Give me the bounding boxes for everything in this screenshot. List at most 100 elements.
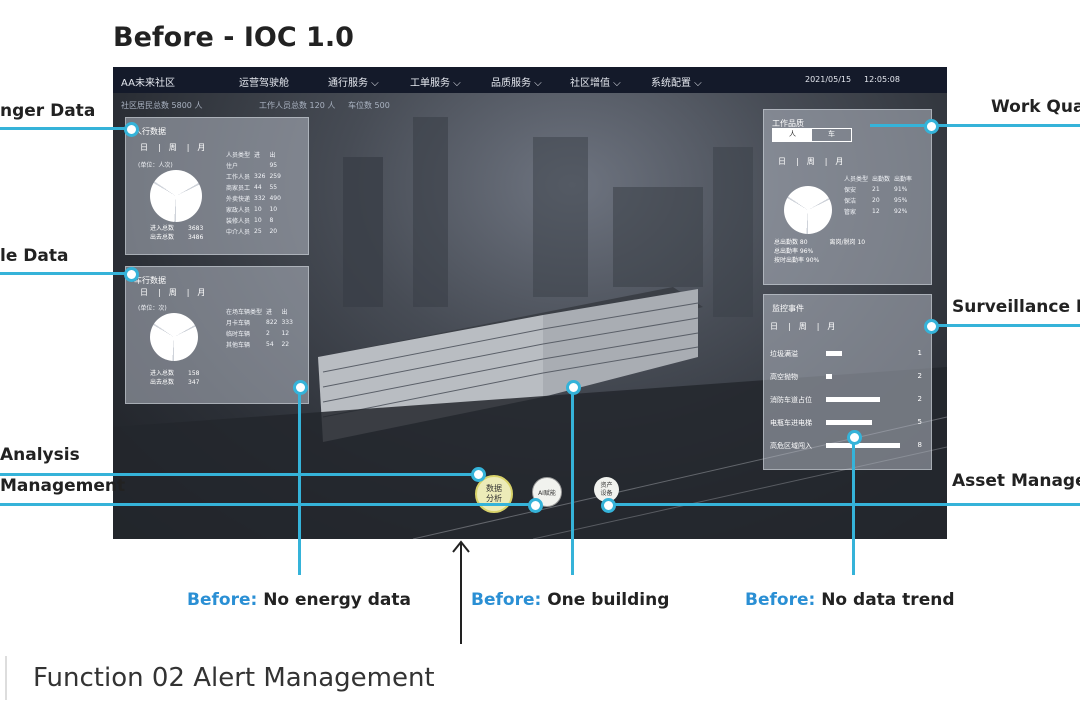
monitor-row: 高空抛物 2 [770,372,922,381]
table-header: 在场车辆类型进出 [226,309,288,316]
table-row: 月卡车辆 822 333 [226,319,293,327]
unit-label: (单位：次) [138,305,167,312]
table-header: 人员类型进出 [226,152,276,159]
people-table: 人员类型进出 住户 95 工作人员 326 259 商家员工 44 55 外卖快递 332 4… [226,150,285,238]
nav-item-workorder[interactable]: 工单服务 ⌵ [410,74,461,89]
connector-line [870,124,1080,127]
monitor-bar [826,420,872,425]
monitor-row: 电瓶车进电梯 5 [770,418,922,427]
table-row: 家政人员 10 10 [226,206,278,214]
table-header: 人员类型 出勤数 出勤率 [844,176,913,183]
monitor-bar [826,351,842,356]
callout-management: Management [0,476,126,496]
work-totals: 总出勤数 80 离岗/脱岗 10 总出勤率 96% 按时出勤率 90% [774,239,866,264]
toggle-person[interactable]: 人 [773,129,812,141]
nav-item-value[interactable]: 社区增值 ⌵ [570,74,621,89]
ioc-dashboard-screenshot: AA未来社区 运营驾驶舱 通行服务 ⌵ 工单服务 ⌵ 品质服务 ⌵ 社区增值 ⌵… [113,67,947,539]
table-row: 外卖快递 332 490 [226,195,281,203]
table-row: 管家 12 92% [844,208,908,216]
tab-month[interactable]: 月 [197,288,205,297]
callout-vehicle-data: le Data [0,246,69,266]
tab-day[interactable]: 日 [140,143,148,152]
work-table: 人员类型 出勤数 出勤率 保安 21 91% 保洁 20 95% 管家 12 92% [844,174,916,218]
callout-dot [566,380,581,395]
toggle-vehicle[interactable]: 车 [812,129,851,141]
callout-surveillance: Surveillance D [952,297,1080,317]
monitor-bar [826,374,832,379]
tab-week[interactable]: 周 [807,157,815,166]
people-data-panel: 人行数据 日 | 周 | 月 (单位：人次) 人员类型进出 住户 95 工作人员 326 25… [125,117,309,255]
monitor-bar [826,397,880,402]
table-row: 装修人员 10 8 [226,217,274,225]
monitor-row: 垃圾满溢 1 [770,349,922,358]
nav-item-quality[interactable]: 品质服务 ⌵ [491,74,542,89]
connector-line [606,503,1080,506]
callout-dot [924,119,939,134]
tab-week[interactable]: 周 [799,322,807,331]
tab-week[interactable]: 周 [169,288,177,297]
callout-passenger-data: nger Data [0,101,96,121]
connector-line [571,387,574,575]
person-vehicle-toggle: 人 车 [772,128,852,142]
table-row: 保洁 20 95% [844,197,908,205]
panel-title: 车行数据 [134,276,166,285]
tab-day[interactable]: 日 [140,288,148,297]
nav-item-config[interactable]: 系统配置 ⌵ [651,74,702,89]
period-tabs: 日 | 周 | 月 [778,157,844,166]
monitoring-events-panel: 监控事件 日 | 周 | 月 垃圾满溢 1 高空抛物 2 消防车道占位 2 电瓶车进电梯 5 高… [763,294,932,470]
monitor-row: 消防车道占位 2 [770,395,922,404]
connector-line [852,436,855,575]
tab-week[interactable]: 周 [169,143,177,152]
people-pie-chart [150,170,202,222]
callout-dot [528,498,543,513]
callout-work-quality: Work Qua [991,97,1080,117]
nav-item-cockpit[interactable]: 运营驾驶舱 [239,74,289,89]
tab-day[interactable]: 日 [778,157,786,166]
footer-divider [5,656,7,700]
period-tabs: 日 | 周 | 月 [770,322,836,331]
date-display: 2021/05/15 [805,75,852,84]
before-building-label: Before: One building [471,590,670,610]
stat-residents: 社区居民总数 5800 人 [121,101,203,110]
callout-analysis: Analysis [0,445,80,465]
stat-parking: 车位数 500 [348,101,390,110]
connector-line [930,324,1080,327]
vehicle-totals: 进入总数 158 出去总数 347 [150,370,200,386]
period-tabs: 日 | 周 | 月 [140,143,206,152]
table-row: 住户 95 [226,162,278,170]
page-title: Before - IOC 1.0 [113,22,354,53]
work-pie-chart [784,186,832,234]
connector-line [0,503,533,506]
people-totals: 进入总数 3683 出去总数 3486 [150,225,204,241]
panel-title: 监控事件 [772,304,804,313]
callout-dot [471,467,486,482]
table-row: 商家员工 44 55 [226,184,278,192]
tab-day[interactable]: 日 [770,322,778,331]
callout-dot [847,430,862,445]
section-heading: Function 02 Alert Management [33,663,435,693]
tab-month[interactable]: 月 [197,143,205,152]
brand-name: AA未来社区 [121,78,175,89]
stat-staff: 工作人员总数 120 人 [259,101,336,110]
period-tabs: 日 | 周 | 月 [140,288,206,297]
unit-label: (单位：人次) [138,162,173,169]
table-row: 其他车辆 54 22 [226,341,290,349]
vehicle-table: 在场车辆类型进出 月卡车辆 822 333 临时车辆 2 12 其他车辆 54 22 [226,307,297,351]
time-display: 12:05:08 [864,75,900,84]
table-row: 保安 21 91% [844,186,908,194]
callout-dot [124,122,139,137]
table-row: 临时车辆 2 12 [226,330,290,338]
callout-dot [924,319,939,334]
callout-dot [124,267,139,282]
table-row: 中介人员 25 20 [226,228,278,236]
dashboard-top-nav: AA未来社区 运营驾驶舱 通行服务 ⌵ 工单服务 ⌵ 品质服务 ⌵ 社区增值 ⌵… [113,67,947,93]
callout-dot [601,498,616,513]
callout-dot [293,380,308,395]
nav-item-access[interactable]: 通行服务 ⌵ [328,74,379,89]
tab-month[interactable]: 月 [827,322,835,331]
vehicle-data-panel: 车行数据 日 | 周 | 月 (单位：次) 在场车辆类型进出 月卡车辆 822 333 临时… [125,266,309,404]
callout-asset-management: Asset Manage [952,471,1080,491]
vehicle-pie-chart [150,313,198,361]
tab-month[interactable]: 月 [835,157,843,166]
before-trend-label: Before: No data trend [745,590,955,610]
